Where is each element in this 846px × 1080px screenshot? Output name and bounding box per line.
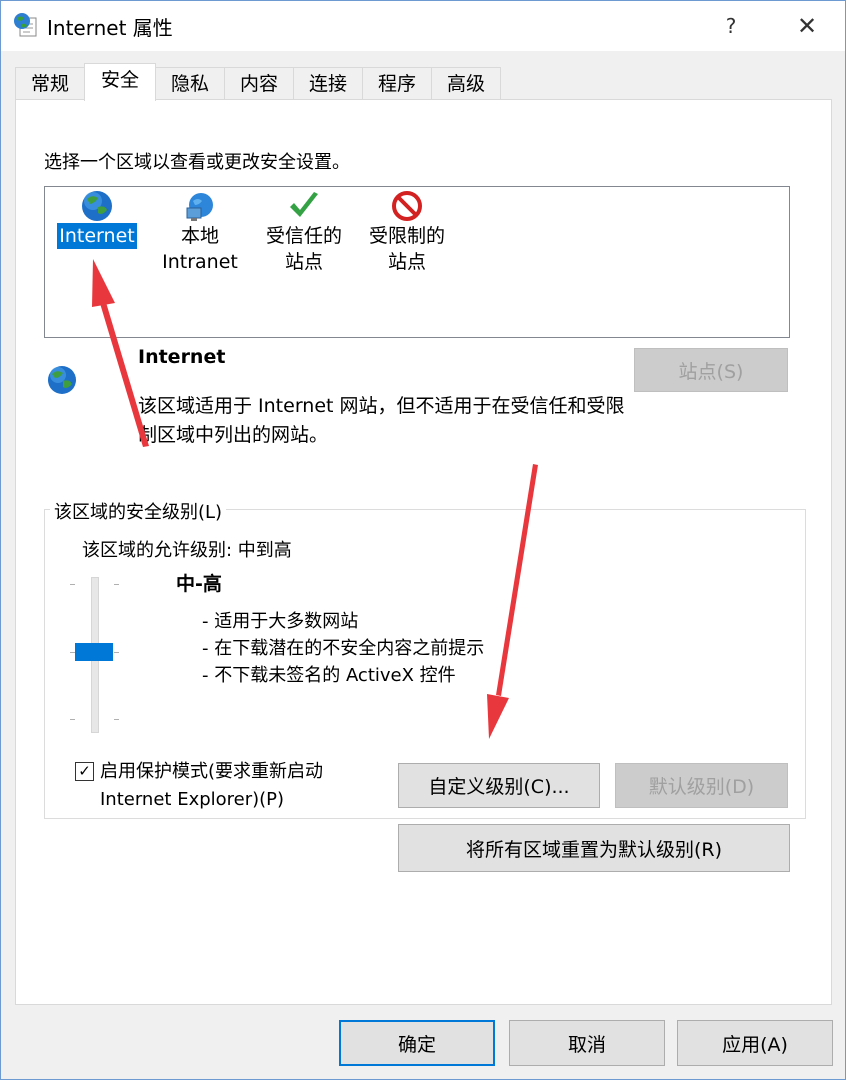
security-level-title: 中-高 xyxy=(176,573,222,595)
zone-list: Internet 本地 Intranet 受信任的 站点 受限制的 站点 xyxy=(44,186,790,338)
internet-options-dialog: Internet 属性 ? ✕ 常规 安全 隐私 内容 连接 程序 高级 选择一… xyxy=(0,0,846,1080)
protected-mode-label[interactable]: 启用保护模式(要求重新启动 Internet Explorer)(P) xyxy=(100,758,323,814)
window-title: Internet 属性 xyxy=(47,16,173,40)
zone-trusted-sites[interactable]: 受信任的 站点 xyxy=(259,187,349,275)
zone-local-intranet-line2: Intranet xyxy=(162,251,238,273)
slider-tick xyxy=(70,719,75,720)
tab-programs[interactable]: 程序 xyxy=(362,67,432,100)
default-level-button[interactable]: 默认级别(D) xyxy=(615,763,788,808)
protected-mode-label-line2: Internet Explorer)(P) xyxy=(100,789,285,810)
tab-content[interactable]: 内容 xyxy=(224,67,294,100)
help-button[interactable]: ? xyxy=(713,7,749,45)
intranet-icon xyxy=(186,193,213,221)
security-level-desc-line: - 在下载潜在的不安全内容之前提示 xyxy=(202,638,485,659)
zone-trusted-sites-line2: 站点 xyxy=(284,251,323,273)
checkmark-icon xyxy=(290,192,318,217)
apply-button[interactable]: 应用(A) xyxy=(677,1020,833,1066)
tab-advanced[interactable]: 高级 xyxy=(431,67,501,100)
security-level-slider-thumb[interactable] xyxy=(75,643,113,661)
security-level-desc-line: - 不下载未签名的 ActiveX 控件 xyxy=(202,665,456,686)
ok-button[interactable]: 确定 xyxy=(339,1020,495,1066)
protected-mode-checkbox[interactable]: ✓ xyxy=(75,762,94,781)
reset-all-zones-button[interactable]: 将所有区域重置为默认级别(R) xyxy=(398,824,790,872)
globe-icon xyxy=(82,191,112,221)
internet-options-icon xyxy=(14,13,37,37)
slider-tick xyxy=(70,584,75,585)
cancel-button[interactable]: 取消 xyxy=(509,1020,665,1066)
zone-local-intranet-line1: 本地 xyxy=(180,225,219,247)
tab-privacy[interactable]: 隐私 xyxy=(155,67,225,100)
zone-internet[interactable]: Internet xyxy=(55,187,139,249)
tab-connections[interactable]: 连接 xyxy=(293,67,363,100)
protected-mode-label-line1: 启用保护模式(要求重新启动 xyxy=(100,761,324,782)
security-tab-panel: 选择一个区域以查看或更改安全设置。 Internet 本地 Intranet 受… xyxy=(15,99,832,1005)
globe-icon xyxy=(48,366,76,394)
zone-restricted-sites-line1: 受限制的 xyxy=(368,225,445,247)
custom-level-button[interactable]: 自定义级别(C)... xyxy=(398,763,600,808)
zone-restricted-sites-line2: 站点 xyxy=(387,251,426,273)
restricted-icon xyxy=(392,191,422,221)
security-level-group-label: 该区域的安全级别(L) xyxy=(50,498,227,524)
zone-info-description: 该区域适用于 Internet 网站，但不适用于在受信任和受限制区域中列出的网站… xyxy=(138,395,625,446)
zone-trusted-sites-line1: 受信任的 xyxy=(265,225,342,247)
zone-local-intranet[interactable]: 本地 Intranet xyxy=(155,187,245,275)
zone-restricted-sites[interactable]: 受限制的 站点 xyxy=(361,187,453,275)
zone-heading: 选择一个区域以查看或更改安全设置。 xyxy=(44,152,350,173)
slider-tick xyxy=(114,719,119,720)
slider-tick xyxy=(114,652,119,653)
sites-button[interactable]: 站点(S) xyxy=(634,348,788,392)
tab-general[interactable]: 常规 xyxy=(15,67,85,100)
zone-internet-label: Internet xyxy=(57,223,137,249)
security-level-desc-line: - 适用于大多数网站 xyxy=(202,611,359,632)
slider-tick xyxy=(114,584,119,585)
close-button[interactable]: ✕ xyxy=(787,7,827,45)
zone-info-title: Internet xyxy=(138,346,226,368)
title-bar: Internet 属性 ? ✕ xyxy=(1,1,845,51)
allowed-levels-text: 该区域的允许级别: 中到高 xyxy=(82,540,292,561)
tab-security[interactable]: 安全 xyxy=(84,63,156,101)
